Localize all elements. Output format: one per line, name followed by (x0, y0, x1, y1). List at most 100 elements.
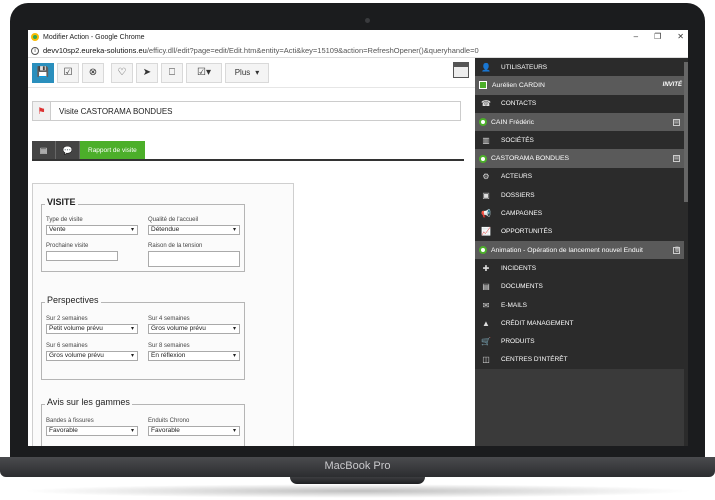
sidebar-label: CAIN Frédéric (491, 118, 535, 126)
status-dot-icon (479, 118, 487, 127)
window-title: Modifier Action - Google Chrome (43, 33, 145, 41)
close-button[interactable]: ✕ (677, 32, 684, 41)
s6-select[interactable]: Gros volume prévu (46, 351, 138, 361)
save-button[interactable]: 💾 (32, 62, 54, 83)
screen: Modifier Action - Google Chrome – ❐ ✕ i … (28, 30, 688, 446)
perspectives-group: Perspectives Sur 2 semaines Petit volume… (41, 295, 245, 380)
sidebar-scrollbar[interactable] (684, 58, 688, 446)
send-icon: ➤ (142, 67, 152, 78)
sidebar-label: DOSSIERS (501, 191, 535, 199)
section-icon: ▤ (482, 282, 490, 292)
section-icon: ⚙ (482, 172, 490, 182)
calendar-icon[interactable] (453, 62, 469, 78)
address-bar[interactable]: i devv10sp2.eureka-solutions.eu/efficy.d… (28, 44, 688, 58)
details-icon: ▤ (39, 145, 48, 155)
s8-field: Sur 8 semaines En réflexion (148, 343, 240, 361)
sidebar-section-4[interactable]: ▥ SOCIÉTÉS (475, 131, 688, 150)
tab-rapport-de-visite[interactable]: Rapport de visite (80, 141, 145, 159)
raison-tension-input[interactable] (148, 251, 240, 267)
sidebar-section-14[interactable]: ▲ CRÉDIT MANAGEMENT (475, 314, 688, 333)
sidebar-label: UTILISATEURS (501, 63, 548, 71)
url-host: devv10sp2.eureka-solutions.eu (43, 46, 147, 55)
section-icon: 🛒 (481, 337, 491, 347)
sidebar-section-8[interactable]: 📢 CAMPAGNES (475, 204, 688, 223)
related-sidebar: 👤 UTILISATEURS Aurélien CARDIN INVITÉ ☎ CONTA… (475, 58, 688, 446)
scrollbar-thumb[interactable] (684, 62, 688, 202)
info-icon[interactable]: i (31, 46, 39, 55)
section-icon: ▥ (482, 135, 490, 145)
sidebar-entry-5[interactable]: CASTORAMA BONDUES ▤ (475, 149, 688, 168)
section-icon: 📢 (481, 209, 491, 219)
sidebar-entry-1[interactable]: Aurélien CARDIN INVITÉ (475, 76, 688, 95)
status-dot-icon (479, 246, 487, 255)
bookmark-button[interactable]: ⎕ (161, 62, 183, 83)
type-visite-select[interactable]: Vente (46, 225, 138, 235)
enduits-field: Enduits Chrono Favorable (148, 418, 240, 436)
trash-icon[interactable]: 🗑 (673, 246, 680, 254)
prochaine-visite-label: Prochaine visite (46, 243, 89, 249)
camera (365, 18, 370, 23)
section-icon: 📈 (481, 227, 491, 237)
s2-field: Sur 2 semaines Petit volume prévu (46, 316, 138, 334)
sidebar-label: ACTEURS (501, 173, 533, 181)
url-path: /efficy.dll/edit?page=edit/Edit.htm&enti… (146, 46, 479, 55)
sidebar-label: SOCIÉTÉS (501, 136, 534, 144)
sidebar-section-13[interactable]: ✉ E-MAILS (475, 295, 688, 315)
visite-title: VISITE (45, 197, 78, 207)
sidebar-label: CRÉDIT MANAGEMENT (501, 319, 574, 327)
sidebar-section-2[interactable]: ☎ CONTACTS (475, 94, 688, 113)
minimize-button[interactable]: – (634, 32, 638, 41)
tab-comments[interactable]: 💬 (56, 141, 80, 159)
sidebar-section-6[interactable]: ⚙ ACTEURS (475, 167, 688, 187)
tab-details[interactable]: ▤ (32, 141, 56, 159)
sidebar-entry-3[interactable]: CAIN Frédéric ▤ (475, 112, 688, 132)
tab-bar: ▤ 💬 Rapport de visite (32, 141, 145, 159)
sidebar-section-11[interactable]: ✚ INCIDENTS (475, 259, 688, 278)
plus-menu-button[interactable]: Plus ▾ (225, 62, 269, 83)
gammes-group: Avis sur les gammes Bandes à fissures Fa… (41, 397, 245, 446)
sidebar-section-0[interactable]: 👤 UTILISATEURS (475, 58, 688, 77)
sidebar-label: Aurélien CARDIN (492, 81, 545, 89)
detail-icon[interactable]: ▤ (673, 155, 680, 163)
send-button[interactable]: ➤ (136, 62, 158, 83)
sidebar-entry-10[interactable]: Animation - Opération de lancement nouve… (475, 240, 688, 260)
chrome-icon (31, 33, 39, 41)
sidebar-label: Animation - Opération de lancement nouve… (491, 246, 643, 254)
favorite-button[interactable]: ♡ (111, 62, 133, 83)
s2-select[interactable]: Petit volume prévu (46, 324, 138, 334)
section-icon: ✚ (482, 263, 490, 273)
sidebar-label: INCIDENTS (501, 264, 537, 272)
detail-icon[interactable]: ▤ (673, 118, 680, 126)
user-status-icon (479, 81, 487, 90)
bookmark-icon: ⎕ (169, 67, 175, 78)
app-area: 💾 ☑ ⊗ ♡ ➤ ⎕ ☑▾ Plus ▾ ⚑ Visite CASTORAMA… (28, 58, 688, 446)
prochaine-visite-input[interactable] (46, 251, 118, 261)
s8-select[interactable]: En réflexion (148, 351, 240, 361)
sidebar-section-9[interactable]: 📈 OPPORTUNITÉS (475, 222, 688, 241)
sidebar-section-12[interactable]: ▤ DOCUMENTS (475, 277, 688, 296)
cancel-button[interactable]: ⊗ (82, 62, 104, 83)
cancel-icon: ⊗ (88, 67, 98, 78)
raison-tension-field: Raison de la tension (148, 243, 240, 267)
section-icon: ✉ (482, 300, 490, 310)
bandes-select[interactable]: Favorable (46, 426, 138, 436)
enduits-select[interactable]: Favorable (148, 426, 240, 436)
section-icon: 👤 (481, 62, 491, 72)
sidebar-label: DOCUMENTS (501, 283, 543, 291)
visite-group: VISITE Type de visite Vente Qualité de l… (41, 197, 245, 272)
s4-select[interactable]: Gros volume prévu (148, 324, 240, 334)
sidebar-section-15[interactable]: 🛒 PRODUITS (475, 332, 688, 351)
qualite-accueil-select[interactable]: Détendue (148, 225, 240, 235)
raison-tension-label: Raison de la tension (148, 243, 203, 249)
form-panel: VISITE Type de visite Vente Qualité de l… (32, 183, 294, 446)
flag-icon[interactable]: ⚑ (33, 102, 51, 120)
validate-button[interactable]: ☑ (57, 62, 79, 83)
sidebar-section-16[interactable]: ◫ CENTRES D'INTÉRÊT (475, 350, 688, 370)
tab-underline (32, 159, 464, 161)
check-icon: ☑ (63, 67, 73, 78)
task-dropdown-button[interactable]: ☑▾ (186, 62, 222, 83)
sidebar-list: 👤 UTILISATEURS Aurélien CARDIN INVITÉ ☎ CONTA… (475, 58, 688, 370)
sidebar-section-7[interactable]: ▣ DOSSIERS (475, 186, 688, 205)
maximize-button[interactable]: ❐ (654, 32, 661, 41)
section-icon: ▲ (482, 318, 490, 328)
